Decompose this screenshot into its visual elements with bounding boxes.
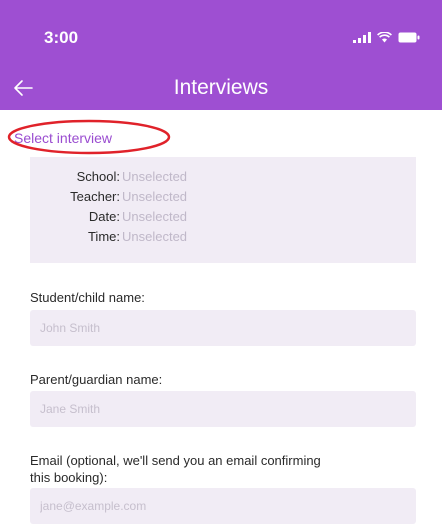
summary-key: Time: [87,229,120,244]
select-interview-link[interactable]: Select interview [14,130,112,146]
email-input[interactable] [30,488,416,524]
interview-summary: School: Unselected Teacher: Unselected D… [30,157,416,263]
battery-icon [398,32,420,43]
signal-icon [353,31,371,43]
summary-value: Unselected [122,189,188,204]
summary-value: Unselected [122,169,188,184]
status-time: 3:00 [44,28,79,47]
parent-name-input[interactable] [30,391,416,427]
email-label: Email (optional, we'll send you an email… [30,452,321,486]
summary-row-teacher: Teacher: Unselected [30,187,416,207]
email-label-line: this booking): [30,470,108,485]
summary-value: Unselected [122,229,188,244]
summary-row-date: Date: Unselected [30,207,416,227]
summary-row-time: Time: Unselected [30,227,416,247]
student-name-input[interactable] [30,310,416,346]
status-icons [353,30,420,44]
parent-name-label: Parent/guardian name: [30,372,163,387]
summary-row-school: School: Unselected [30,167,416,187]
summary-key: Teacher: [70,189,120,204]
summary-key: School: [76,169,120,184]
wifi-icon [377,31,392,43]
page-title: Interviews [173,76,269,99]
app-bar: 3:00 Interviews [0,0,442,110]
summary-value: Unselected [122,209,188,224]
student-name-label: Student/child name: [30,290,145,305]
summary-key: Date: [88,209,120,224]
email-label-line: Email (optional, we'll send you an email… [30,453,321,468]
